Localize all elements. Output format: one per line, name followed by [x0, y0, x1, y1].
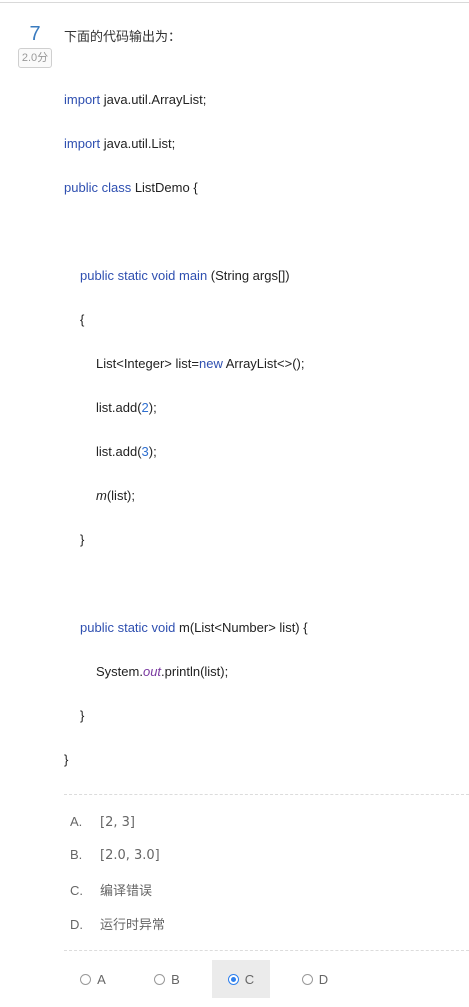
option-text: [2, 3] [100, 815, 135, 830]
code-text: (list); [106, 488, 136, 503]
radio-icon [154, 973, 166, 985]
option-a: A. [2, 3] [70, 814, 135, 830]
code-line: list.add(3); [96, 444, 157, 460]
option-d: D. 运行时异常 [70, 914, 165, 933]
code-text: m(List<Number> list) { [175, 620, 308, 635]
code-number: 2 [141, 400, 149, 415]
option-letter: C. [70, 883, 83, 898]
code-line: } [64, 752, 68, 768]
code-text: ListDemo { [131, 180, 198, 195]
options-divider-bottom [64, 950, 469, 951]
code-text: ); [148, 400, 157, 415]
answer-choice-label: B [171, 971, 180, 987]
code-text: { [80, 312, 85, 327]
code-text: list.add( [96, 444, 142, 459]
code-line: import java.util.ArrayList; [64, 92, 206, 108]
code-text: List<Integer> list= [96, 356, 199, 371]
code-line: { [80, 312, 84, 328]
option-letter: D. [70, 917, 83, 932]
code-keyword: import [64, 92, 101, 107]
answer-choice-label: A [97, 971, 106, 987]
options-divider-top [64, 794, 469, 795]
code-keyword: import [64, 136, 101, 151]
top-divider [0, 2, 469, 3]
code-line: public static void main (String args[]) [80, 268, 290, 284]
code-line: System.out.println(list); [96, 664, 228, 680]
answer-choice-label: C [244, 971, 255, 987]
code-line: import java.util.List; [64, 136, 175, 152]
code-keyword: new [198, 356, 223, 371]
answer-choice-c[interactable]: C [212, 960, 270, 998]
question-number: 7 [29, 23, 41, 45]
option-letter: A. [70, 814, 83, 829]
code-text: java.util.List; [100, 136, 176, 151]
code-line: m(list); [96, 488, 135, 504]
code-field: out [142, 664, 162, 679]
code-line: } [80, 532, 84, 548]
radio-selected-icon [227, 973, 239, 985]
code-keyword: public static void [80, 620, 176, 635]
option-text: 运行时异常 [100, 918, 166, 933]
radio-icon [80, 973, 92, 985]
question-title: 下面的代码输出为： [64, 30, 182, 45]
answer-choice-label: D [318, 971, 329, 987]
code-number: 3 [141, 444, 149, 459]
code-text: System. [96, 664, 143, 679]
code-method: m [96, 488, 107, 503]
code-line: } [80, 708, 84, 724]
radio-icon [301, 973, 313, 985]
code-text: .println(list); [161, 664, 229, 679]
code-keyword: public class [64, 180, 132, 195]
answer-choice-d[interactable]: D [286, 960, 344, 998]
code-text: } [80, 708, 85, 723]
answer-choice-a[interactable]: A [64, 960, 122, 998]
code-text: ArrayList<>(); [222, 356, 305, 371]
code-line: public class ListDemo { [64, 180, 198, 196]
code-text: java.util.ArrayList; [100, 92, 207, 107]
answer-choice-b[interactable]: B [138, 960, 196, 998]
code-text: (String args[]) [207, 268, 290, 283]
score-badge: 2.0分 [18, 48, 52, 68]
code-text: } [80, 532, 85, 547]
option-c: C. 编译错误 [70, 880, 152, 899]
code-keyword: public static void main [80, 268, 208, 283]
option-text: 编译错误 [100, 884, 153, 899]
code-text: ); [148, 444, 157, 459]
code-text: list.add( [96, 400, 142, 415]
option-letter: B. [70, 847, 83, 862]
code-text: } [64, 752, 69, 767]
option-b: B. [2.0, 3.0] [70, 847, 160, 863]
option-text: [2.0, 3.0] [100, 848, 160, 863]
code-line: List<Integer> list=new ArrayList<>(); [96, 356, 304, 372]
code-line: list.add(2); [96, 400, 157, 416]
code-line: public static void m(List<Number> list) … [80, 620, 308, 636]
